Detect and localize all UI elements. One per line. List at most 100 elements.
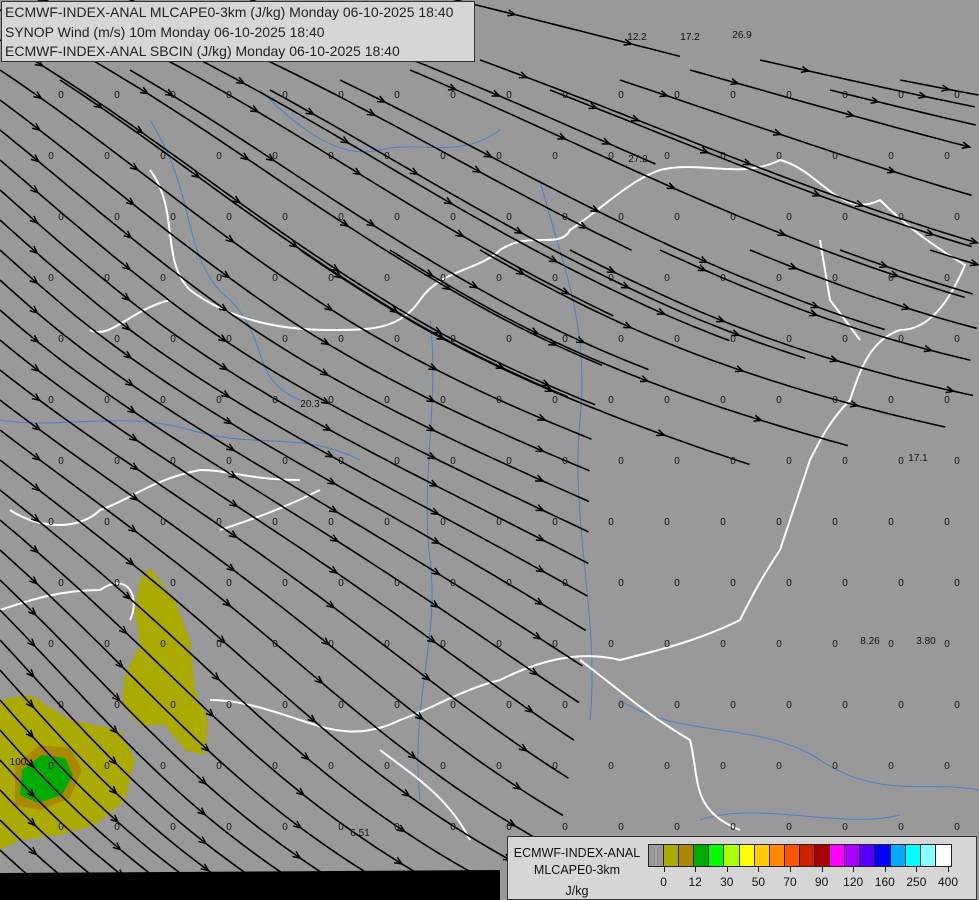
zero-value-label: 0	[272, 151, 278, 162]
zero-value-label: 0	[450, 700, 456, 711]
zero-value-label: 0	[496, 517, 502, 528]
legend-swatches	[648, 844, 952, 867]
zero-value-label: 0	[226, 334, 232, 345]
zero-value-label: 0	[394, 334, 400, 345]
zero-value-label: 0	[216, 639, 222, 650]
zero-value-label: 0	[944, 761, 950, 772]
legend-swatch	[875, 845, 891, 866]
zero-value-label: 0	[842, 822, 848, 833]
zero-value-label: 0	[226, 212, 232, 223]
zero-value-label: 0	[114, 456, 120, 467]
zero-value-label: 0	[664, 517, 670, 528]
legend-tick	[853, 867, 855, 872]
zero-value-label: 0	[160, 517, 166, 528]
zero-value-label: 0	[216, 761, 222, 772]
zero-value-label: 0	[114, 822, 120, 833]
zero-value-label: 0	[776, 273, 782, 284]
zero-value-label: 0	[720, 395, 726, 406]
zero-value-label: 0	[674, 90, 680, 101]
zero-value-label: 0	[730, 700, 736, 711]
outside-domain-strip	[0, 870, 500, 900]
zero-value-label: 0	[272, 639, 278, 650]
zero-value-label: 0	[440, 639, 446, 650]
zero-value-label: 0	[552, 517, 558, 528]
zero-value-label: 0	[954, 212, 960, 223]
zero-value-label: 0	[832, 151, 838, 162]
zero-value-label: 0	[954, 822, 960, 833]
zero-value-label: 0	[104, 273, 110, 284]
zero-value-label: 0	[898, 456, 904, 467]
zero-value-label: 0	[832, 395, 838, 406]
legend-swatch	[784, 845, 800, 866]
zero-value-label: 0	[48, 151, 54, 162]
value-label: 100	[10, 757, 27, 768]
zero-value-label: 0	[776, 517, 782, 528]
zero-value-label: 0	[48, 273, 54, 284]
zero-value-label: 0	[954, 334, 960, 345]
zero-value-label: 0	[664, 395, 670, 406]
zero-value-label: 0	[114, 578, 120, 589]
zero-value-label: 0	[338, 212, 344, 223]
zero-value-label: 0	[394, 700, 400, 711]
zero-value-label: 0	[552, 395, 558, 406]
zero-value-label: 0	[664, 639, 670, 650]
legend-swatch	[815, 845, 831, 866]
zero-value-label: 0	[496, 639, 502, 650]
legend-tick	[726, 867, 728, 872]
zero-value-label: 0	[720, 273, 726, 284]
legend-swatch	[709, 845, 725, 866]
legend-title-source: ECMWF-INDEX-ANAL	[513, 846, 641, 860]
zero-value-label: 0	[888, 517, 894, 528]
zero-value-label: 0	[618, 90, 624, 101]
legend-swatch	[739, 845, 755, 866]
zero-value-label: 0	[674, 456, 680, 467]
legend-tick	[695, 867, 697, 872]
zero-value-label: 0	[944, 639, 950, 650]
zero-value-label: 0	[328, 517, 334, 528]
zero-value-label: 0	[226, 700, 232, 711]
zero-value-label: 0	[720, 761, 726, 772]
zero-value-label: 0	[58, 212, 64, 223]
zero-value-label: 0	[842, 700, 848, 711]
zero-value-label: 0	[496, 761, 502, 772]
zero-value-label: 0	[384, 273, 390, 284]
zero-value-label: 0	[328, 273, 334, 284]
zero-value-label: 0	[384, 517, 390, 528]
weather-map[interactable]: 0 0 0 0 0 0 0 0 0 0 0 0 0 0 0 0 0 0 0 0 0 0 0 0 0 0 0 0 0 0 0 0 0 0 0 0 0 0 0 0…	[0, 0, 979, 900]
legend-ticks: 0 12 30 50 70 90 120 160 250 400	[648, 867, 968, 895]
header-line-cin: ECMWF-INDEX-ANAL SBCIN (J/kg) Monday 06-…	[5, 43, 400, 59]
zero-value-label: 0	[776, 395, 782, 406]
zero-value-label: 0	[170, 212, 176, 223]
zero-value-label: 0	[170, 90, 176, 101]
value-label: 3.80	[916, 636, 936, 647]
zero-value-label: 0	[552, 761, 558, 772]
zero-value-label: 0	[832, 761, 838, 772]
value-label: 20.3	[300, 399, 320, 410]
zero-value-label: 0	[114, 90, 120, 101]
zero-value-label: 0	[338, 90, 344, 101]
zero-value-label: 0	[282, 212, 288, 223]
zero-value-label: 0	[48, 761, 54, 772]
zero-value-label: 0	[954, 700, 960, 711]
zero-value-label: 0	[842, 578, 848, 589]
zero-value-label: 0	[506, 822, 512, 833]
zero-value-label: 0	[226, 456, 232, 467]
zero-value-label: 0	[506, 578, 512, 589]
zero-value-label: 0	[898, 700, 904, 711]
legend-swatch	[649, 845, 665, 866]
zero-value-label: 0	[506, 90, 512, 101]
zero-value-label: 0	[562, 822, 568, 833]
zero-value-label: 0	[842, 456, 848, 467]
zero-value-label: 0	[450, 822, 456, 833]
zero-value-label: 0	[720, 517, 726, 528]
zero-value-label: 0	[440, 151, 446, 162]
zero-value-label: 0	[170, 700, 176, 711]
zero-value-label: 0	[730, 822, 736, 833]
legend-tick-label: 50	[751, 875, 766, 889]
zero-value-label: 0	[842, 212, 848, 223]
zero-value-label: 0	[888, 395, 894, 406]
zero-value-label: 0	[226, 578, 232, 589]
zero-value-label: 0	[674, 578, 680, 589]
zero-value-label: 0	[562, 212, 568, 223]
zero-value-label: 0	[618, 334, 624, 345]
